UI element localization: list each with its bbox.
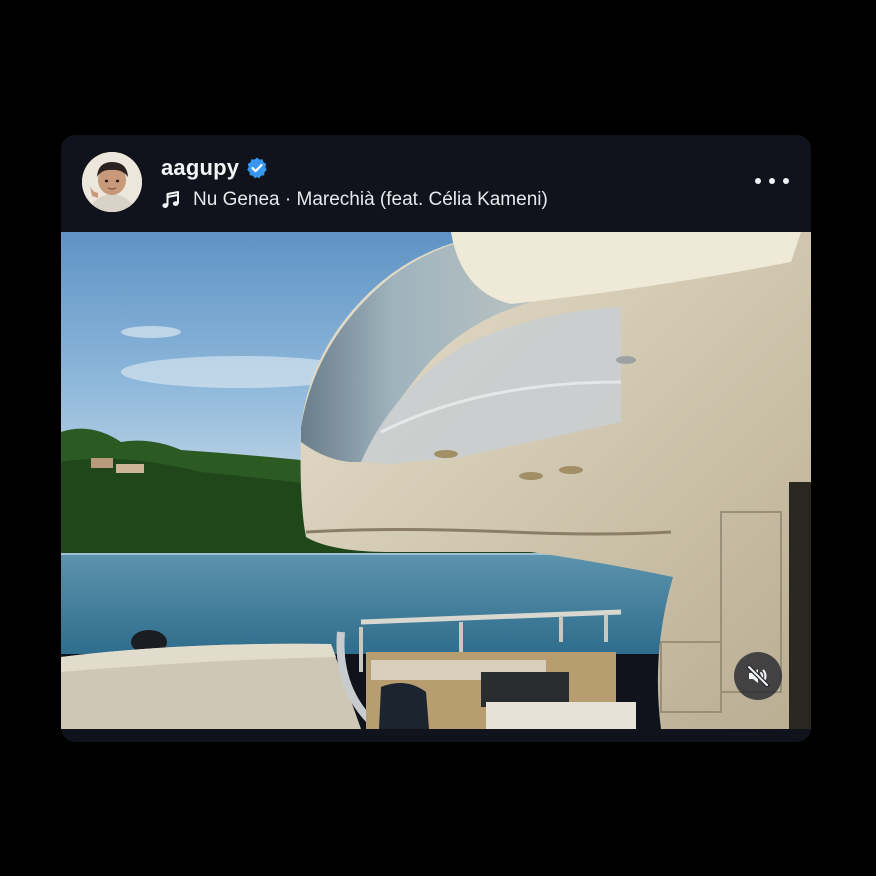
avatar[interactable] xyxy=(82,152,142,212)
verified-badge-icon xyxy=(245,156,269,180)
post-video[interactable] xyxy=(61,232,811,729)
username[interactable]: aagupy xyxy=(161,155,239,181)
username-row: aagupy xyxy=(161,155,269,181)
video-frame-yacht xyxy=(61,232,811,729)
avatar-image xyxy=(82,152,142,212)
music-row[interactable]: Nu Genea · Marechià (feat. Célia Kameni) xyxy=(161,188,548,212)
music-label: Nu Genea · Marechià (feat. Célia Kameni) xyxy=(193,189,548,210)
more-dot xyxy=(769,178,775,184)
more-dot xyxy=(755,178,761,184)
post-card: aagupy Nu Genea · Marechià (feat. Célia … xyxy=(61,135,811,742)
post-header: aagupy Nu Genea · Marechià (feat. Célia … xyxy=(61,135,811,232)
more-dot xyxy=(783,178,789,184)
more-options-icon[interactable] xyxy=(755,171,789,191)
mute-toggle-button[interactable] xyxy=(734,652,782,700)
music-note-icon xyxy=(161,190,181,210)
speaker-muted-icon xyxy=(746,664,770,688)
